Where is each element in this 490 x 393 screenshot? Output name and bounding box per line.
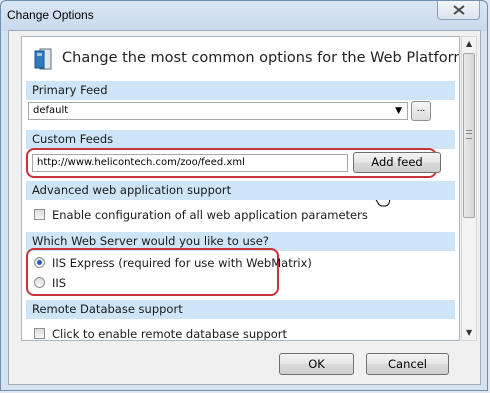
scrollbar-thumb[interactable] [463,53,475,218]
close-icon [453,5,465,15]
remote-db-checkbox-label: Click to enable remote database support [52,327,288,341]
section-advanced: Advanced web application support [26,181,455,200]
section-remote-database: Remote Database support [26,300,455,319]
options-panel: Change the most common options for the W… [21,36,460,341]
radio-iis-label: IIS [52,276,67,290]
advanced-checkbox-label: Enable configuration of all web applicat… [52,208,368,222]
vertical-scrollbar[interactable]: ▲ ▼ [461,36,477,341]
options-dialog: Change Options Change the most common op… [0,0,488,391]
title-bar[interactable]: Change Options [1,1,487,31]
primary-feed-select[interactable]: default ▼ [28,102,408,120]
ok-button[interactable]: OK [279,353,354,375]
web-platform-installer-icon [34,48,52,70]
remote-db-checkbox[interactable] [34,328,45,339]
header-text: Change the most common options for the W… [62,50,459,66]
section-custom-feeds: Custom Feeds [26,130,455,149]
window-title: Change Options [7,8,94,22]
add-feed-button[interactable]: Add feed [353,152,441,173]
advanced-checkbox[interactable] [34,209,45,220]
scroll-up-icon[interactable]: ▲ [466,40,472,48]
header-row: Change the most common options for the W… [34,45,459,75]
close-button[interactable] [437,1,480,20]
dialog-client-area: Change the most common options for the W… [8,30,481,385]
scroll-down-icon[interactable]: ▼ [466,329,472,337]
primary-feed-value: default [33,105,69,116]
section-primary-feed: Primary Feed [26,81,455,100]
grip-icon [466,130,472,139]
radio-iis-express-label: IIS Express (required for use with WebMa… [52,256,312,270]
chevron-down-icon: ▼ [395,106,402,116]
radio-iis[interactable] [34,277,45,288]
browse-feed-button[interactable]: ... [411,101,431,121]
custom-feed-url-input[interactable]: http://www.helicontech.com/zoo/feed.xml [32,154,348,172]
radio-iis-express[interactable] [34,257,45,268]
cancel-button[interactable]: Cancel [366,353,449,375]
